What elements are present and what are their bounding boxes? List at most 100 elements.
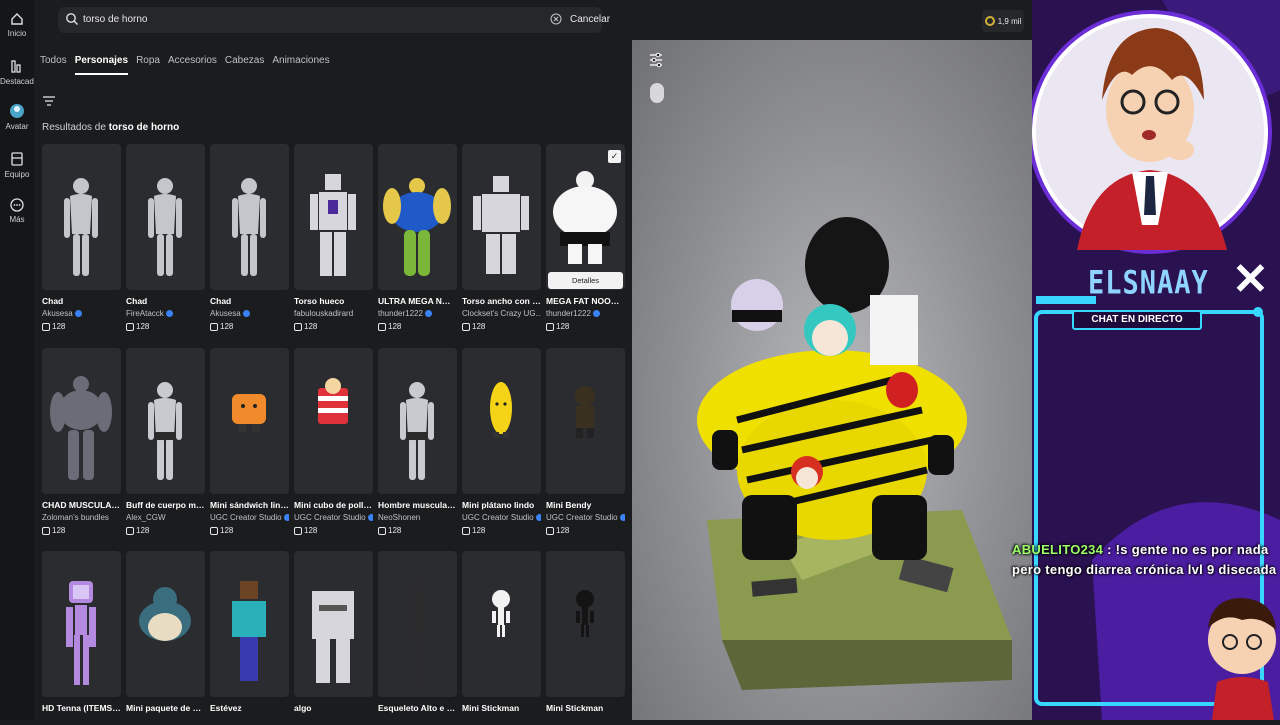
creator-name[interactable]: thunder1222 bbox=[546, 309, 591, 318]
item-name[interactable]: Chad bbox=[126, 296, 205, 306]
item-thumbnail[interactable] bbox=[294, 144, 373, 290]
clear-search-icon[interactable] bbox=[550, 13, 562, 25]
item-creator[interactable]: Alex_CGW bbox=[126, 513, 205, 522]
nav-item-equipo[interactable]: Equipo bbox=[0, 151, 34, 179]
details-button[interactable]: Detalles bbox=[548, 272, 623, 289]
robux-balance[interactable]: 1,9 mil bbox=[982, 10, 1024, 32]
tab-cabezas[interactable]: Cabezas bbox=[225, 55, 264, 75]
item-name[interactable]: HD Tenna (ITEMS E... bbox=[42, 703, 121, 713]
item-creator[interactable]: Akusesa bbox=[42, 309, 121, 318]
item-thumbnail[interactable]: ✓ Detalles bbox=[546, 144, 625, 290]
item-thumbnail[interactable] bbox=[210, 348, 289, 494]
creator-name[interactable]: NeoShonen bbox=[378, 513, 420, 522]
tab-accesorios[interactable]: Accesorios bbox=[168, 55, 217, 75]
item-name[interactable]: Mini cubo de pollo l... bbox=[294, 500, 373, 510]
search-input[interactable]: torso de horno bbox=[83, 14, 148, 25]
catalog-item-card[interactable]: CHAD MUSCULAR ... Zoloman's bundles 128 bbox=[42, 348, 121, 535]
adjust-icon[interactable] bbox=[650, 52, 662, 68]
item-thumbnail[interactable] bbox=[210, 144, 289, 290]
item-thumbnail[interactable] bbox=[378, 551, 457, 697]
item-thumbnail[interactable] bbox=[546, 348, 625, 494]
creator-name[interactable]: Clockset's Crazy UG... bbox=[462, 309, 541, 318]
cancel-button[interactable]: Cancelar bbox=[570, 14, 610, 25]
catalog-item-card[interactable]: Torso hueco fabulouskadirard 128 bbox=[294, 144, 373, 331]
item-name[interactable]: Mini Stickman bbox=[546, 703, 625, 713]
item-thumbnail[interactable] bbox=[462, 144, 541, 290]
item-creator[interactable]: UGC Creator Studio bbox=[210, 513, 289, 522]
creator-name[interactable]: UGC Creator Studio bbox=[294, 513, 366, 522]
toggle-icon[interactable] bbox=[650, 83, 664, 103]
item-creator[interactable]: Akusesa bbox=[210, 309, 289, 318]
catalog-item-card[interactable]: Hombre muscular d... NeoShonen 128 bbox=[378, 348, 457, 535]
item-thumbnail[interactable] bbox=[42, 551, 121, 697]
catalog-item-card[interactable]: Mini Stickman bbox=[462, 551, 541, 713]
catalog-item-card[interactable]: Estévez bbox=[210, 551, 289, 713]
catalog-item-card[interactable]: Esqueleto Alto e Fino bbox=[378, 551, 457, 713]
catalog-item-card[interactable]: Mini plátano lindo UGC Creator Studio 128 bbox=[462, 348, 541, 535]
search-bar[interactable]: torso de horno Cancelar bbox=[58, 7, 610, 33]
item-name[interactable]: Mini Stickman bbox=[462, 703, 541, 713]
item-name[interactable]: Buff de cuerpo mus... bbox=[126, 500, 205, 510]
item-thumbnail[interactable] bbox=[462, 551, 541, 697]
nav-item-mas[interactable]: Más bbox=[0, 198, 34, 224]
filter-icon[interactable] bbox=[42, 95, 56, 107]
item-name[interactable]: Mini Bendy bbox=[546, 500, 625, 510]
item-name[interactable]: Torso hueco bbox=[294, 296, 373, 306]
item-thumbnail[interactable] bbox=[42, 348, 121, 494]
item-thumbnail[interactable] bbox=[210, 551, 289, 697]
item-name[interactable]: Torso ancho con fo... bbox=[462, 296, 541, 306]
item-name[interactable]: Chad bbox=[42, 296, 121, 306]
catalog-item-card[interactable]: Chad FireAtacck 128 bbox=[126, 144, 205, 331]
creator-name[interactable]: FireAtacck bbox=[126, 309, 164, 318]
nav-item-inicio[interactable]: Inicio bbox=[0, 12, 34, 38]
item-creator[interactable]: fabulouskadirard bbox=[294, 309, 373, 318]
item-thumbnail[interactable] bbox=[462, 348, 541, 494]
item-creator[interactable]: UGC Creator Studio bbox=[462, 513, 541, 522]
catalog-item-card[interactable]: algo bbox=[294, 551, 373, 713]
catalog-item-card[interactable]: Mini Bendy UGC Creator Studio 128 bbox=[546, 348, 625, 535]
creator-name[interactable]: UGC Creator Studio bbox=[210, 513, 282, 522]
item-creator[interactable]: Zoloman's bundles bbox=[42, 513, 121, 522]
item-thumbnail[interactable] bbox=[378, 144, 457, 290]
item-creator[interactable]: FireAtacck bbox=[126, 309, 205, 318]
catalog-item-card[interactable]: Mini cubo de pollo l... UGC Creator Studi… bbox=[294, 348, 373, 535]
item-name[interactable]: Esqueleto Alto e Fino bbox=[378, 703, 457, 713]
item-thumbnail[interactable] bbox=[294, 348, 373, 494]
catalog-item-card[interactable]: Buff de cuerpo mus... Alex_CGW 128 bbox=[126, 348, 205, 535]
item-name[interactable]: Mini paquete de Sn... bbox=[126, 703, 205, 713]
item-name[interactable]: Chad bbox=[210, 296, 289, 306]
item-name[interactable]: ULTRA MEGA NOOB bbox=[378, 296, 457, 306]
tab-todos[interactable]: Todos bbox=[40, 55, 67, 75]
creator-name[interactable]: UGC Creator Studio bbox=[462, 513, 534, 522]
nav-item-avatar[interactable]: Avatar bbox=[0, 103, 34, 131]
item-thumbnail[interactable] bbox=[42, 144, 121, 290]
item-creator[interactable]: UGC Creator Studio bbox=[294, 513, 373, 522]
catalog-item-card[interactable]: Mini paquete de Sn... bbox=[126, 551, 205, 713]
catalog-item-card[interactable]: Chad Akusesa 128 bbox=[42, 144, 121, 331]
item-name[interactable]: Mini sándwich lindo bbox=[210, 500, 289, 510]
item-thumbnail[interactable] bbox=[294, 551, 373, 697]
item-creator[interactable]: Clockset's Crazy UG... bbox=[462, 309, 541, 318]
item-thumbnail[interactable] bbox=[126, 144, 205, 290]
item-name[interactable]: algo bbox=[294, 703, 373, 713]
catalog-item-card[interactable]: Chad Akusesa 128 bbox=[210, 144, 289, 331]
item-creator[interactable]: thunder1222 bbox=[546, 309, 625, 318]
creator-name[interactable]: Akusesa bbox=[42, 309, 73, 318]
catalog-item-card[interactable]: ULTRA MEGA NOOB thunder1222 128 bbox=[378, 144, 457, 331]
tab-animaciones[interactable]: Animaciones bbox=[272, 55, 329, 75]
item-name[interactable]: MEGA FAT NOOB [... bbox=[546, 296, 625, 306]
creator-name[interactable]: Zoloman's bundles bbox=[42, 513, 109, 522]
item-name[interactable]: Estévez bbox=[210, 703, 289, 713]
item-creator[interactable]: UGC Creator Studio bbox=[546, 513, 625, 522]
catalog-item-card[interactable]: ✓ Detalles MEGA FAT NOOB [... thunder1222 12… bbox=[546, 144, 625, 331]
item-creator[interactable]: NeoShonen bbox=[378, 513, 457, 522]
creator-name[interactable]: UGC Creator Studio bbox=[546, 513, 618, 522]
item-name[interactable]: Hombre muscular d... bbox=[378, 500, 457, 510]
catalog-item-card[interactable]: Mini sándwich lindo UGC Creator Studio 128 bbox=[210, 348, 289, 535]
tab-personajes[interactable]: Personajes bbox=[74, 55, 129, 75]
item-thumbnail[interactable] bbox=[378, 348, 457, 494]
item-name[interactable]: CHAD MUSCULAR ... bbox=[42, 500, 121, 510]
avatar-viewport[interactable] bbox=[632, 40, 1032, 720]
catalog-item-card[interactable]: Torso ancho con fo... Clockset's Crazy UG… bbox=[462, 144, 541, 331]
item-thumbnail[interactable] bbox=[126, 551, 205, 697]
